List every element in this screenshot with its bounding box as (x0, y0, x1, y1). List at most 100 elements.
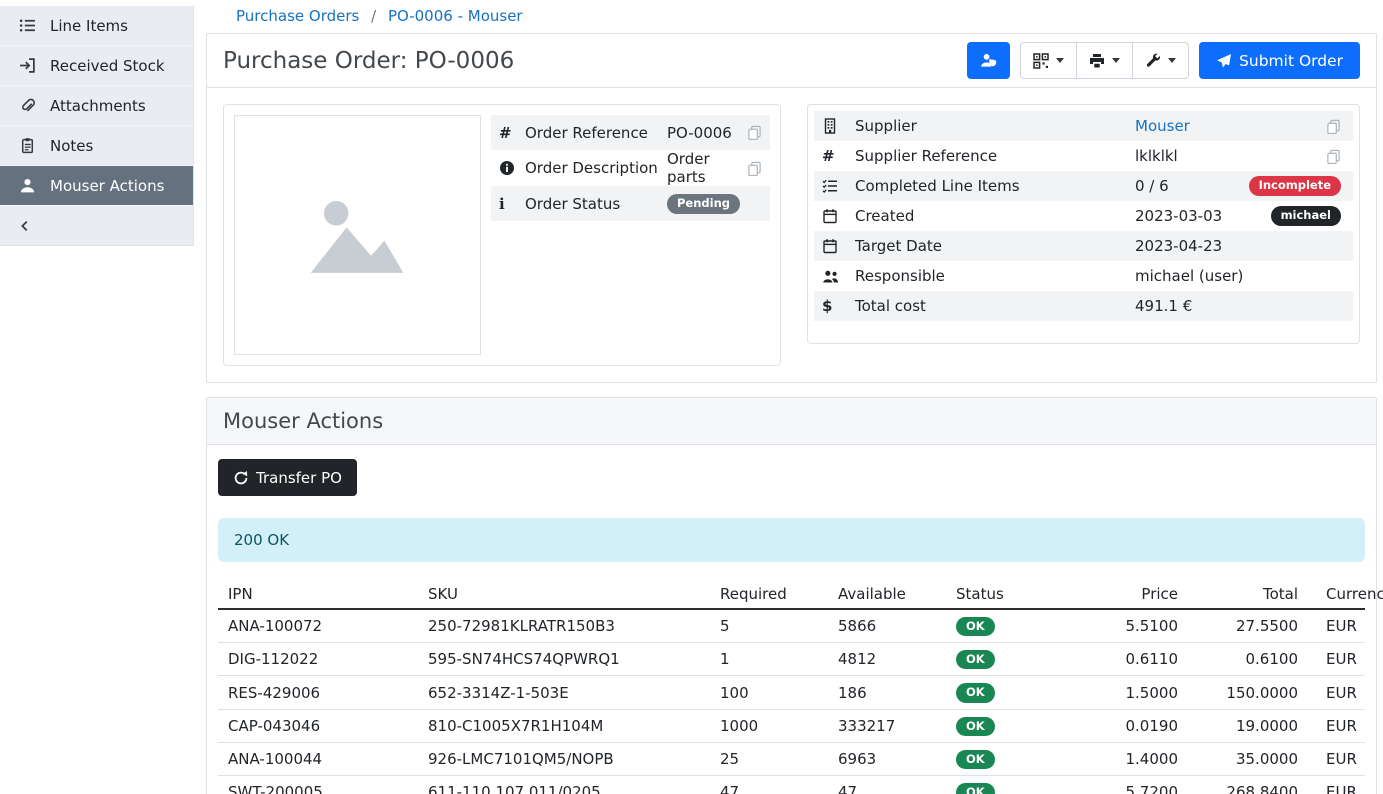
cell-price: 1.4000 (1066, 742, 1188, 775)
info-icon: i (499, 195, 525, 213)
incomplete-badge: Incomplete (1249, 176, 1341, 195)
supplier-link[interactable]: Mouser (1135, 117, 1326, 135)
cell-total: 268.8400 (1188, 776, 1308, 794)
sidebar-collapse-button[interactable] (0, 206, 194, 246)
order-status-label: Order Status (525, 195, 667, 213)
users-icon (822, 268, 855, 285)
cell-available: 333217 (828, 709, 946, 742)
user-icon (18, 177, 36, 195)
sidebar-item-label: Received Stock (50, 57, 165, 75)
cell-price: 5.5100 (1066, 609, 1188, 643)
app-window: Line Items Received Stock Attachments No… (0, 0, 1383, 794)
target-date-label: Target Date (855, 237, 1135, 255)
calendar-icon (822, 238, 855, 254)
order-summary-card: # Order Reference PO-0006 Order Descri (223, 104, 781, 366)
cell-total: 0.6100 (1188, 643, 1308, 676)
image-icon (305, 189, 409, 281)
completed-line-items-row: Completed Line Items 0 / 6 Incomplete (814, 171, 1353, 201)
printer-icon (1089, 53, 1105, 69)
created-label: Created (855, 207, 1135, 225)
mouser-actions-panel: Mouser Actions Transfer PO 200 OK (206, 397, 1377, 794)
line-items-table: IPN SKU Required Available Status Price … (218, 580, 1365, 794)
sidebar-item-notes[interactable]: Notes (0, 126, 194, 166)
transfer-po-button[interactable]: Transfer PO (218, 459, 357, 496)
transfer-po-label: Transfer PO (256, 469, 342, 487)
cell-available: 186 (828, 676, 946, 709)
sidebar-item-line-items[interactable]: Line Items (0, 6, 194, 46)
cell-price: 0.0190 (1066, 709, 1188, 742)
breadcrumb-purchase-orders[interactable]: Purchase Orders (236, 7, 359, 25)
cell-ipn: ANA-100072 (218, 609, 418, 643)
responsible-label: Responsible (855, 267, 1135, 285)
info-circle-icon (499, 160, 525, 176)
sidebar-item-attachments[interactable]: Attachments (0, 86, 194, 126)
breadcrumb-current[interactable]: PO-0006 - Mouser (388, 7, 523, 25)
dollar-icon: $ (822, 297, 855, 315)
user-shield-icon (980, 52, 997, 69)
col-header-status: Status (946, 580, 1066, 609)
ok-badge: OK (956, 617, 995, 636)
created-value: 2023-03-03 (1135, 207, 1271, 225)
sidebar-item-received-stock[interactable]: Received Stock (0, 46, 194, 86)
col-header-required: Required (710, 580, 828, 609)
cell-required: 1000 (710, 709, 828, 742)
supplier-label: Supplier (855, 117, 1135, 135)
barcode-actions-button[interactable] (1020, 42, 1077, 79)
cell-available: 4812 (828, 643, 946, 676)
col-header-sku: SKU (418, 580, 710, 609)
refresh-icon (233, 470, 249, 486)
order-image-placeholder[interactable] (234, 115, 481, 355)
cell-required: 100 (710, 676, 828, 709)
page-title: Purchase Order: PO-0006 (223, 48, 514, 74)
sidebar-item-label: Attachments (50, 97, 146, 115)
responsible-value: michael (user) (1135, 267, 1341, 285)
ok-badge: OK (956, 783, 995, 794)
table-row: RES-429006 652-3314Z-1-503E 100 186 OK 1… (218, 676, 1365, 709)
user-badge: michael (1271, 206, 1341, 225)
cell-required: 5 (710, 609, 828, 643)
order-actions-button[interactable] (1132, 42, 1189, 79)
print-actions-button[interactable] (1076, 42, 1133, 79)
order-info-table: # Order Reference PO-0006 Order Descri (491, 115, 770, 355)
hash-icon: # (822, 147, 855, 165)
order-status-row: i Order Status Pending (491, 186, 770, 221)
cell-available: 6963 (828, 742, 946, 775)
sidebar-item-label: Line Items (50, 17, 128, 35)
total-cost-value: 491.1 € (1135, 297, 1341, 315)
responsible-row: Responsible michael (user) (814, 261, 1353, 291)
mouser-actions-title: Mouser Actions (223, 409, 1360, 433)
submit-order-label: Submit Order (1239, 52, 1343, 70)
list-check-icon (822, 178, 855, 194)
cell-required: 47 (710, 776, 828, 794)
user-actions-button[interactable] (967, 42, 1010, 79)
col-header-currency: Currency (1308, 580, 1365, 609)
table-row: ANA-100072 250-72981KLRATR150B3 5 5866 O… (218, 609, 1365, 643)
chevron-left-icon (18, 219, 32, 233)
list-icon (18, 17, 36, 35)
paper-plane-icon (1216, 53, 1232, 69)
copy-icon[interactable] (1326, 119, 1341, 134)
completed-line-items-value: 0 / 6 (1135, 177, 1249, 195)
copy-icon[interactable] (747, 125, 762, 140)
total-cost-label: Total cost (855, 297, 1135, 315)
submit-order-button[interactable]: Submit Order (1199, 42, 1360, 79)
breadcrumb-separator: / (371, 7, 376, 25)
supplier-reference-value: lklklkl (1135, 147, 1326, 165)
copy-icon[interactable] (747, 161, 762, 176)
cell-price: 1.5000 (1066, 676, 1188, 709)
sidebar-item-mouser-actions[interactable]: Mouser Actions (0, 166, 194, 206)
calendar-icon (822, 208, 855, 224)
sidebar-item-label: Notes (50, 137, 93, 155)
cell-sku: 611-110.107.011/0205 (418, 776, 710, 794)
cell-total: 150.0000 (1188, 676, 1308, 709)
cell-sku: 652-3314Z-1-503E (418, 676, 710, 709)
cell-currency: EUR (1308, 709, 1365, 742)
target-date-value: 2023-04-23 (1135, 237, 1341, 255)
table-row: ANA-100044 926-LMC7101QM5/NOPB 25 6963 O… (218, 742, 1365, 775)
purchase-order-panel: Purchase Order: PO-0006 (206, 33, 1377, 383)
cell-sku: 926-LMC7101QM5/NOPB (418, 742, 710, 775)
table-row: SWT-200005 611-110.107.011/0205 47 47 OK… (218, 776, 1365, 794)
col-header-ipn: IPN (218, 580, 418, 609)
copy-icon[interactable] (1326, 149, 1341, 164)
cell-available: 5866 (828, 609, 946, 643)
